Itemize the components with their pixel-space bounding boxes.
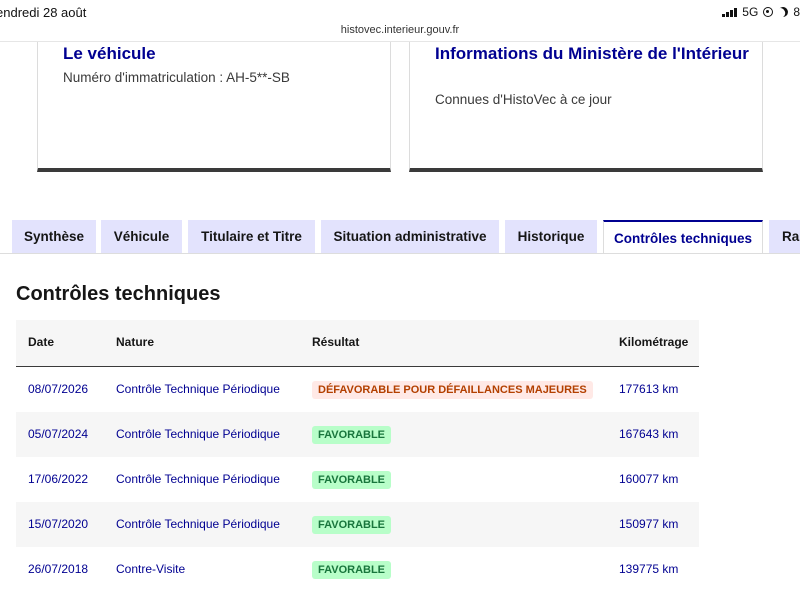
ministry-card-title[interactable]: Informations du Ministère de l'Intérieur — [435, 42, 755, 65]
location-icon — [763, 7, 774, 17]
cell-date: 08/07/2026 — [28, 382, 89, 396]
status-date: endredi 28 août — [0, 5, 87, 20]
battery-label: 8 — [793, 5, 800, 19]
ministry-card[interactable]: Informations du Ministère de l'Intérieur… — [409, 42, 763, 172]
status-badge: FAVORABLE — [312, 560, 392, 579]
cell-kilometrage: 150977 km — [619, 517, 679, 531]
cell-nature: Contre-Visite — [116, 562, 186, 576]
cell-resultat: FAVORABLE — [312, 502, 392, 547]
ministry-card-description: Connues d'HistoVec à ce jour — [435, 92, 612, 107]
header-resultat: Résultat — [312, 335, 360, 349]
tab-titulaire-et-titre[interactable]: Titulaire et Titre — [188, 220, 315, 253]
status-badge: FAVORABLE — [312, 515, 392, 534]
cell-date: 17/06/2022 — [28, 472, 89, 486]
moon-icon — [777, 6, 790, 19]
cell-resultat: FAVORABLE — [312, 412, 392, 457]
vehicle-card[interactable]: Le véhicule Numéro d'immatriculation : A… — [37, 42, 391, 172]
cell-resultat: FAVORABLE — [312, 547, 392, 592]
table-row: 15/07/2020 Contrôle Technique Périodique… — [16, 502, 699, 547]
table-header: Date Nature Résultat Kilométrage — [16, 320, 699, 367]
cell-resultat: DÉFAVORABLE POUR DÉFAILLANCES MAJEURES — [312, 367, 593, 412]
vehicle-card-description: Numéro d'immatriculation : AH-5**-SB — [63, 70, 290, 85]
cell-date: 05/07/2024 — [28, 427, 89, 441]
status-badge: DÉFAVORABLE POUR DÉFAILLANCES MAJEURES — [312, 380, 593, 399]
cell-nature: Contrôle Technique Périodique — [116, 472, 280, 486]
cell-kilometrage: 160077 km — [619, 472, 679, 486]
tab-historique[interactable]: Historique — [505, 220, 597, 253]
tab-list: Synthèse Véhicule Titulaire et Titre Sit… — [0, 220, 800, 254]
tab-vehicule[interactable]: Véhicule — [101, 220, 182, 253]
status-badge: FAVORABLE — [312, 470, 392, 489]
table-row: 17/06/2022 Contrôle Technique Périodique… — [16, 457, 699, 502]
cell-date: 26/07/2018 — [28, 562, 89, 576]
cell-nature: Contrôle Technique Périodique — [116, 427, 280, 441]
table-row: 05/07/2024 Contrôle Technique Périodique… — [16, 412, 699, 457]
header-kilometrage: Kilométrage — [619, 335, 689, 349]
cell-date: 15/07/2020 — [28, 517, 89, 531]
address-bar-url[interactable]: histovec.interieur.gouv.fr — [0, 24, 800, 36]
cell-nature: Contrôle Technique Périodique — [116, 517, 280, 531]
cell-nature: Contrôle Technique Périodique — [116, 382, 280, 396]
cell-kilometrage: 167643 km — [619, 427, 679, 441]
tab-synthese[interactable]: Synthèse — [12, 220, 96, 253]
status-bar: endredi 28 août histovec.interieur.gouv.… — [0, 0, 800, 42]
tab-rapport[interactable]: Rap — [769, 220, 800, 253]
header-date: Date — [28, 335, 55, 349]
tab-controles-techniques[interactable]: Contrôles techniques — [603, 220, 763, 254]
cell-kilometrage: 177613 km — [619, 382, 679, 396]
network-label: 5G — [742, 5, 759, 19]
status-indicators: 5G 8 — [722, 5, 800, 19]
status-badge: FAVORABLE — [312, 425, 392, 444]
vehicle-card-title[interactable]: Le véhicule — [63, 42, 156, 65]
controles-table: Date Nature Résultat Kilométrage 08/07/2… — [16, 320, 699, 592]
tab-situation-administrative[interactable]: Situation administrative — [321, 220, 499, 253]
cell-resultat: FAVORABLE — [312, 457, 392, 502]
header-nature: Nature — [116, 335, 155, 349]
cell-kilometrage: 139775 km — [619, 562, 679, 576]
table-row: 26/07/2018 Contre-Visite FAVORABLE 13977… — [16, 547, 699, 592]
section-title: Contrôles techniques — [16, 283, 221, 305]
table-row: 08/07/2026 Contrôle Technique Périodique… — [16, 367, 699, 412]
signal-icon — [722, 7, 738, 17]
